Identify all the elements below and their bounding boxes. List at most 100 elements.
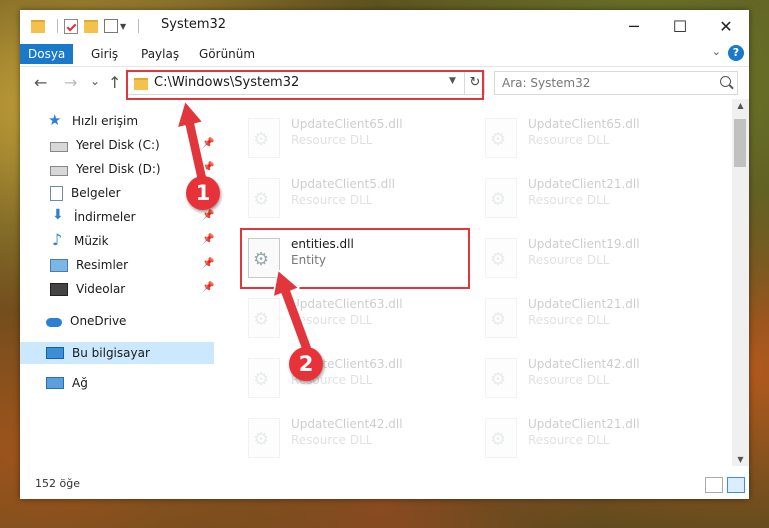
file-type: Resource DLL bbox=[291, 313, 373, 327]
network-icon bbox=[46, 377, 64, 389]
sidebar-item-pictures[interactable]: Resimler bbox=[50, 254, 128, 276]
search-placeholder: Ara: System32 bbox=[502, 76, 591, 90]
file-name: UpdateClient21.dll bbox=[528, 297, 640, 311]
file-item[interactable]: UpdateClient65.dll Resource DLL bbox=[242, 114, 442, 164]
scroll-down-icon[interactable]: ▼ bbox=[732, 455, 749, 464]
pin-icon[interactable]: 📌 bbox=[202, 258, 214, 269]
dll-file-icon bbox=[248, 418, 280, 458]
forward-button[interactable]: → bbox=[64, 73, 77, 92]
file-highlight-box bbox=[240, 228, 470, 289]
customize-toolbar-icon[interactable] bbox=[104, 19, 118, 33]
sidebar-item-local-disk-c[interactable]: Yerel Disk (C:) bbox=[50, 134, 160, 156]
tab-paylas[interactable]: Paylaş bbox=[134, 44, 186, 64]
sidebar-item-local-disk-d[interactable]: Yerel Disk (D:) bbox=[50, 158, 161, 180]
vertical-scrollbar[interactable]: ▲ ▼ bbox=[732, 99, 749, 466]
file-name: UpdateClient19.dll bbox=[528, 237, 640, 251]
expand-ribbon-icon[interactable]: ⌄ bbox=[712, 45, 721, 58]
sidebar-item-videos[interactable]: Videolar bbox=[50, 278, 125, 300]
minimize-button[interactable]: ─ bbox=[611, 10, 657, 42]
dll-file-icon bbox=[248, 178, 280, 218]
recent-locations-button[interactable]: ⌄ bbox=[90, 74, 100, 88]
file-type: Resource DLL bbox=[528, 313, 610, 327]
file-name: UpdateClient65.dll bbox=[291, 117, 403, 131]
chevron-down-icon[interactable]: ▼ bbox=[120, 22, 126, 31]
search-input[interactable]: Ara: System32 bbox=[494, 71, 738, 95]
file-item[interactable]: UpdateClient42.dll Resource DLL bbox=[242, 414, 442, 464]
status-bar: 152 öğe bbox=[20, 473, 749, 499]
file-item[interactable]: UpdateClient5.dll Resource DLL bbox=[242, 174, 442, 224]
close-button[interactable]: ✕ bbox=[703, 10, 749, 42]
file-item[interactable]: UpdateClient21.dll Resource DLL bbox=[479, 294, 679, 344]
pin-icon[interactable]: 📌 bbox=[202, 210, 214, 221]
sidebar-item-label: Resimler bbox=[76, 258, 129, 272]
file-name: UpdateClient65.dll bbox=[528, 117, 640, 131]
scrollbar-thumb[interactable] bbox=[734, 119, 746, 167]
sidebar-item-network[interactable]: Ağ bbox=[46, 372, 88, 394]
up-button[interactable]: ↑ bbox=[108, 73, 121, 92]
tab-gorunum[interactable]: Görünüm bbox=[192, 44, 262, 64]
file-item[interactable]: UpdateClient42.dll Resource DLL bbox=[479, 354, 679, 404]
scroll-up-icon[interactable]: ▲ bbox=[732, 101, 749, 110]
dll-file-icon bbox=[248, 298, 280, 338]
file-item[interactable]: UpdateClient21.dll Resource DLL bbox=[479, 174, 679, 224]
cloud-icon bbox=[46, 317, 62, 327]
file-item[interactable]: UpdateClient19.dll Resource DLL bbox=[479, 234, 679, 284]
drive-icon bbox=[50, 141, 68, 152]
sidebar-item-documents[interactable]: Belgeler bbox=[50, 182, 121, 204]
dll-file-icon bbox=[248, 358, 280, 398]
dll-file-icon bbox=[485, 358, 517, 398]
sidebar-item-this-pc[interactable]: Bu bilgisayar bbox=[20, 342, 214, 364]
sidebar-item-quick-access[interactable]: Hızlı erişim bbox=[48, 110, 138, 132]
music-icon bbox=[50, 230, 66, 249]
file-type: Resource DLL bbox=[528, 433, 610, 447]
new-folder-icon[interactable] bbox=[84, 19, 98, 33]
step-2-badge: 2 bbox=[289, 347, 323, 381]
quick-access-toolbar: ▼ bbox=[31, 18, 145, 34]
sidebar-item-label: Yerel Disk (C:) bbox=[76, 138, 160, 152]
sidebar-item-label: Yerel Disk (D:) bbox=[76, 162, 161, 176]
file-item[interactable]: UpdateClient63.dll Resource DLL bbox=[242, 294, 442, 344]
star-icon bbox=[48, 111, 64, 129]
sidebar-item-downloads[interactable]: İndirmeler bbox=[50, 206, 136, 228]
file-name: UpdateClient42.dll bbox=[291, 417, 403, 431]
pin-icon[interactable]: 📌 bbox=[202, 282, 214, 293]
file-item[interactable]: UpdateClient65.dll Resource DLL bbox=[479, 114, 679, 164]
pin-icon[interactable]: 📌 bbox=[202, 162, 214, 173]
dll-file-icon bbox=[248, 118, 280, 158]
videos-icon bbox=[50, 282, 68, 296]
dll-file-icon bbox=[485, 418, 517, 458]
file-type: Resource DLL bbox=[291, 133, 373, 147]
sidebar-item-label: Bu bilgisayar bbox=[72, 346, 150, 360]
tab-giris[interactable]: Giriş bbox=[84, 44, 125, 64]
details-view-icon[interactable] bbox=[705, 477, 723, 493]
file-name: UpdateClient63.dll bbox=[291, 297, 403, 311]
address-highlight-box bbox=[126, 70, 484, 100]
file-name: UpdateClient5.dll bbox=[291, 177, 395, 191]
file-type: Resource DLL bbox=[528, 193, 610, 207]
dll-file-icon bbox=[485, 118, 517, 158]
sidebar-item-label: Hızlı erişim bbox=[72, 114, 139, 128]
search-icon bbox=[720, 76, 731, 87]
navigation-pane: Hızlı erişim Yerel Disk (C:) 📌 Yerel Dis… bbox=[20, 106, 214, 466]
sidebar-item-onedrive[interactable]: OneDrive bbox=[46, 310, 126, 332]
file-item[interactable]: UpdateClient63.dll Resource DLL bbox=[242, 354, 442, 404]
window-title: System32 bbox=[161, 17, 227, 32]
sidebar-item-label: OneDrive bbox=[70, 314, 127, 328]
pin-icon[interactable]: 📌 bbox=[202, 138, 214, 149]
sidebar-item-music[interactable]: Müzik bbox=[50, 230, 109, 252]
maximize-button[interactable]: ☐ bbox=[657, 10, 703, 42]
file-item[interactable]: UpdateClient21.dll Resource DLL bbox=[479, 414, 679, 464]
pictures-icon bbox=[50, 258, 68, 272]
toolbar-separator bbox=[138, 19, 140, 33]
sidebar-item-label: Müzik bbox=[74, 234, 109, 248]
file-type: Resource DLL bbox=[528, 253, 610, 267]
help-icon[interactable]: ? bbox=[728, 45, 744, 61]
file-name: UpdateClient42.dll bbox=[528, 357, 640, 371]
large-icons-view-icon[interactable] bbox=[727, 477, 745, 493]
back-button[interactable]: ← bbox=[34, 73, 47, 92]
tab-dosya[interactable]: Dosya bbox=[20, 44, 74, 64]
pin-icon[interactable]: 📌 bbox=[202, 234, 214, 245]
properties-icon[interactable] bbox=[64, 18, 78, 34]
drive-icon bbox=[50, 165, 68, 176]
sidebar-item-label: Videolar bbox=[76, 282, 126, 296]
